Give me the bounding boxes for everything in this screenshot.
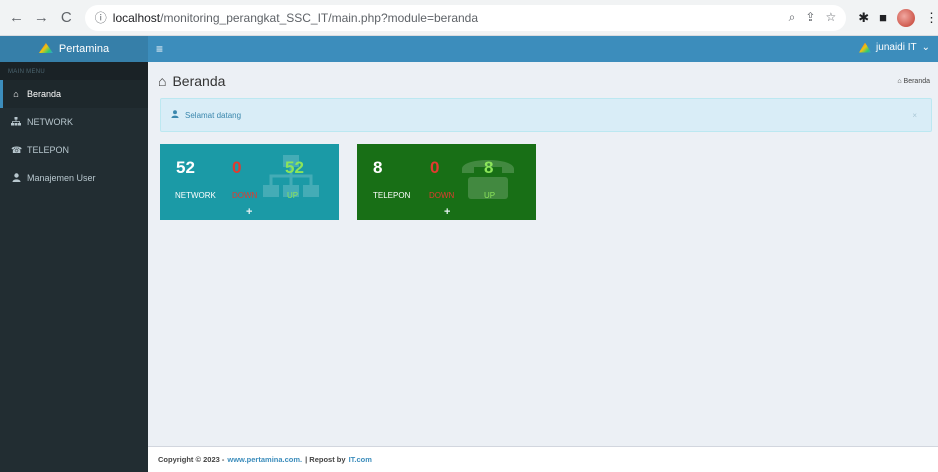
menu-header: MAIN MENU bbox=[0, 62, 148, 80]
user-menu[interactable]: junaidi IT ⌄ bbox=[859, 42, 930, 53]
phone-icon: ☎ bbox=[11, 144, 23, 155]
sidebar-item-label: TELEPON bbox=[27, 145, 70, 155]
callout-text: Selamat datang bbox=[185, 110, 242, 120]
user-name: junaidi IT bbox=[876, 42, 917, 53]
network-down-label: DOWN bbox=[232, 191, 258, 200]
sidebar-item-label: Manajemen User bbox=[27, 173, 96, 183]
url-host: localhost bbox=[112, 10, 161, 25]
more-info-icon[interactable]: + bbox=[246, 206, 252, 218]
back-icon[interactable]: ← bbox=[6, 7, 27, 29]
sidebar-item-beranda[interactable]: ⌂ Beranda bbox=[0, 80, 148, 108]
share-icon[interactable]: ⇪ bbox=[805, 10, 815, 25]
url-path: /monitoring_perangkat_SSC_IT/main.php?mo… bbox=[160, 10, 479, 25]
telepon-label: TELEPON bbox=[373, 191, 411, 200]
sidebar: Pertamina MAIN MENU ⌂ Beranda NETWORK ☎ … bbox=[0, 36, 148, 472]
forward-icon[interactable]: → bbox=[31, 7, 52, 29]
top-navbar: ≡ junaidi IT ⌄ bbox=[148, 36, 938, 62]
telepon-status-card[interactable]: 8 0 8 TELEPON DOWN UP + bbox=[357, 144, 536, 220]
more-info-icon[interactable]: + bbox=[444, 206, 450, 218]
reload-icon[interactable]: C bbox=[56, 7, 77, 29]
site-info-icon[interactable]: ⓘ bbox=[95, 9, 107, 26]
network-status-card[interactable]: 52 0 52 NETWORK DOWN UP + bbox=[160, 144, 339, 220]
network-down-count: 0 bbox=[232, 158, 242, 177]
close-icon[interactable]: × bbox=[912, 111, 917, 120]
site-link[interactable]: www.pertamina.com. bbox=[227, 455, 302, 464]
chevron-down-icon: ⌄ bbox=[921, 42, 930, 53]
address-bar[interactable]: ⓘ localhost/monitoring_perangkat_SSC_IT/… bbox=[84, 4, 847, 31]
home-icon: ⌂ bbox=[897, 78, 902, 85]
sidebar-item-manajemen-user[interactable]: Manajemen User bbox=[0, 164, 148, 192]
sidebar-item-label: Beranda bbox=[27, 89, 62, 99]
sitemap-icon bbox=[11, 116, 21, 128]
main-content: ⌂ Beranda ⌂ Beranda Selamat datang × 52 … bbox=[148, 62, 938, 446]
user-avatar-icon bbox=[859, 42, 872, 53]
copyright-text: Copyright © 2023 - bbox=[158, 455, 225, 464]
sidebar-item-telepon[interactable]: ☎ TELEPON bbox=[0, 136, 148, 164]
pertamina-logo-icon bbox=[39, 43, 53, 55]
telepon-down-label: DOWN bbox=[429, 191, 455, 200]
breadcrumb[interactable]: ⌂ Beranda bbox=[897, 78, 930, 85]
sidebar-toggle-icon[interactable]: ≡ bbox=[156, 42, 163, 56]
network-label: NETWORK bbox=[175, 191, 216, 200]
browser-menu-icon[interactable]: ⋮ bbox=[925, 10, 938, 26]
network-up-count: 52 bbox=[285, 158, 304, 177]
sidebar-item-label: NETWORK bbox=[27, 117, 73, 127]
user-icon bbox=[171, 110, 179, 120]
network-up-label: UP bbox=[287, 191, 299, 200]
repost-link[interactable]: IT.com bbox=[349, 455, 372, 464]
telepon-total: 8 bbox=[373, 158, 383, 177]
sidebar-item-network[interactable]: NETWORK bbox=[0, 108, 148, 136]
home-icon: ⌂ bbox=[158, 73, 167, 89]
telepon-up-count: 8 bbox=[484, 158, 494, 177]
footer: Copyright © 2023 - www.pertamina.com. | … bbox=[148, 446, 938, 472]
repost-text: | Repost by bbox=[305, 455, 346, 464]
page-title: ⌂ Beranda bbox=[158, 73, 226, 89]
user-icon bbox=[11, 172, 21, 184]
sidepanel-icon[interactable]: ■ bbox=[879, 10, 887, 25]
bookmark-star-icon[interactable]: ☆ bbox=[825, 10, 836, 25]
telepon-down-count: 0 bbox=[430, 158, 440, 177]
browser-toolbar: ← → C ⓘ localhost/monitoring_perangkat_S… bbox=[0, 0, 938, 36]
brand-logo-link[interactable]: Pertamina bbox=[0, 36, 148, 62]
network-total: 52 bbox=[176, 158, 195, 177]
welcome-callout: Selamat datang × bbox=[160, 98, 932, 132]
home-icon: ⌂ bbox=[13, 89, 19, 99]
telepon-up-label: UP bbox=[484, 191, 496, 200]
extensions-icon[interactable]: ✱ bbox=[858, 10, 869, 26]
profile-avatar-icon[interactable] bbox=[896, 8, 915, 27]
zoom-icon[interactable]: ⌕ bbox=[789, 10, 796, 25]
brand-name: Pertamina bbox=[58, 43, 110, 55]
